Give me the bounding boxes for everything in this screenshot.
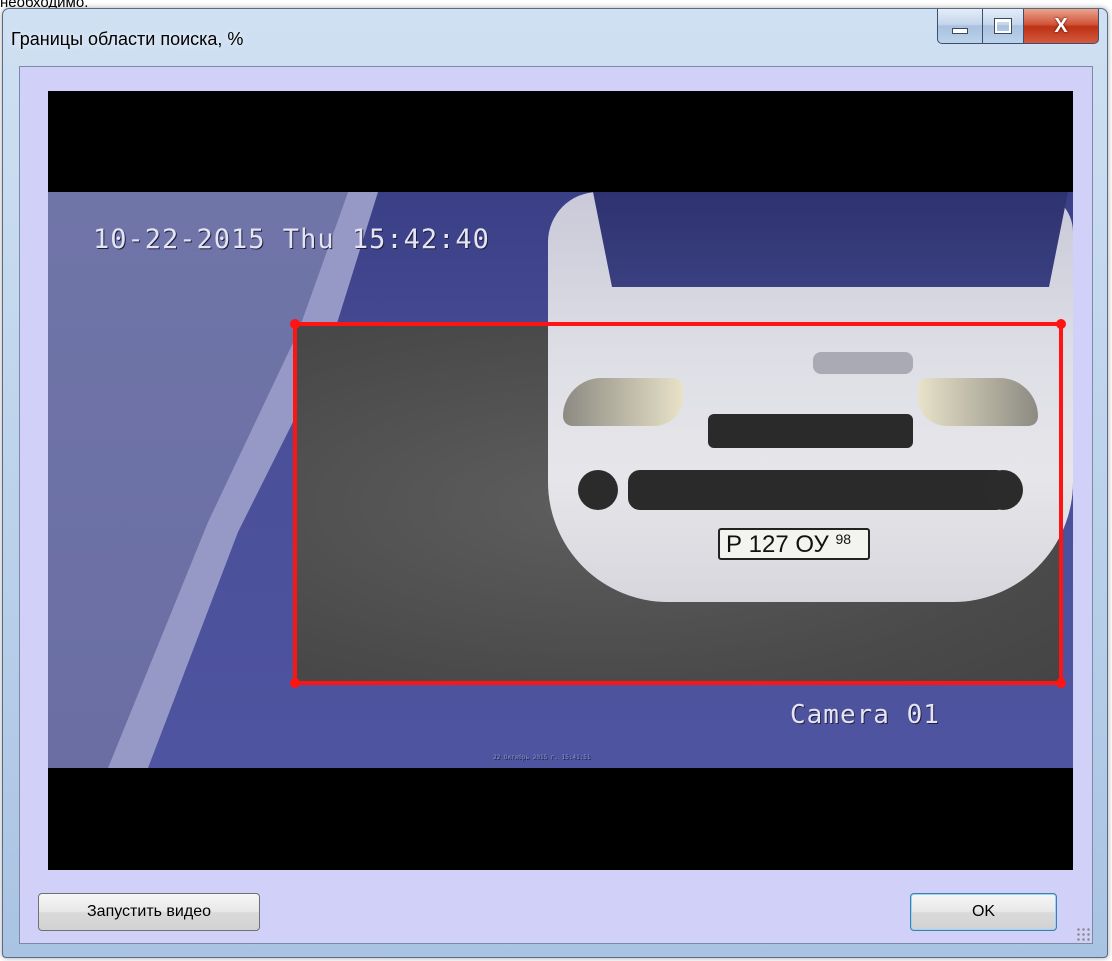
minimize-button[interactable] bbox=[937, 9, 982, 44]
search-area-rectangle[interactable] bbox=[293, 322, 1063, 685]
title-bar[interactable]: Границы области поиска, % X bbox=[3, 9, 1107, 67]
start-video-button[interactable]: Запустить видео bbox=[38, 893, 260, 931]
video-viewport[interactable]: Р 127 ОУ 98 10-22-2015 Thu 15:42:40 Came… bbox=[48, 91, 1073, 870]
close-button[interactable]: X bbox=[1024, 9, 1099, 44]
minimize-icon bbox=[952, 28, 968, 34]
maximize-button[interactable] bbox=[982, 9, 1024, 44]
dialog-window: Границы области поиска, % X Р 127 ОУ 98 … bbox=[2, 8, 1108, 958]
search-area-overlay[interactable] bbox=[48, 91, 1073, 870]
maximize-icon bbox=[994, 18, 1012, 34]
caption-buttons: X bbox=[937, 9, 1099, 45]
resize-handle-top-left[interactable] bbox=[290, 319, 300, 329]
resize-grip[interactable] bbox=[1076, 927, 1090, 941]
ok-button[interactable]: OK bbox=[910, 893, 1057, 931]
resize-handle-bottom-right[interactable] bbox=[1056, 678, 1066, 688]
resize-handle-bottom-left[interactable] bbox=[290, 678, 300, 688]
resize-handle-top-right[interactable] bbox=[1056, 319, 1066, 329]
close-icon: X bbox=[1054, 14, 1068, 37]
window-title: Границы области поиска, % bbox=[11, 29, 244, 49]
dialog-client-area: Р 127 ОУ 98 10-22-2015 Thu 15:42:40 Came… bbox=[19, 66, 1093, 944]
